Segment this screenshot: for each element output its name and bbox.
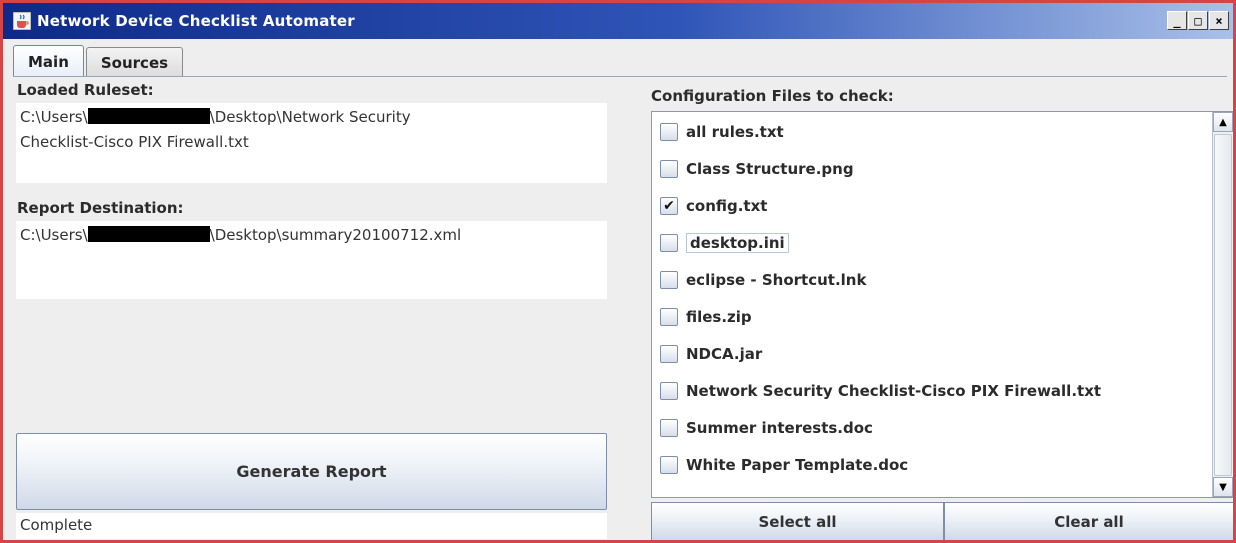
file-name: desktop.ini <box>686 233 789 253</box>
list-item[interactable]: Network Security Checklist-Cisco PIX Fir… <box>660 378 1101 404</box>
checkbox[interactable] <box>660 456 678 474</box>
app-window: Network Device Checklist Automater _ □ ×… <box>0 0 1236 543</box>
list-item[interactable]: files.zip <box>660 304 752 330</box>
list-item[interactable]: desktop.ini <box>660 230 789 256</box>
list-item[interactable]: White Paper Template.doc <box>660 452 908 478</box>
list-item[interactable]: ✔ config.txt <box>660 193 767 219</box>
file-name: Summer interests.doc <box>686 419 873 437</box>
tab-main[interactable]: Main <box>13 45 84 77</box>
redaction-bar <box>87 108 210 124</box>
ruleset-path-prefix: C:\Users\ <box>20 108 88 126</box>
checkbox[interactable] <box>660 308 678 326</box>
file-name: all rules.txt <box>686 123 784 141</box>
ruleset-path-line-1: C:\Users\ \Desktop\Network Security <box>20 105 603 130</box>
checkbox[interactable] <box>660 382 678 400</box>
config-files-label: Configuration Files to check: <box>651 87 894 105</box>
list-item[interactable]: Summer interests.doc <box>660 415 873 441</box>
redaction-bar <box>87 226 210 242</box>
file-name: config.txt <box>686 197 768 215</box>
close-button[interactable]: × <box>1209 11 1229 30</box>
java-cup-icon <box>13 12 31 30</box>
scroll-down-button[interactable]: ▼ <box>1213 477 1233 497</box>
checkbox[interactable] <box>660 345 678 363</box>
report-path-suffix: \Desktop\summary20100712.xml <box>209 226 462 244</box>
list-item[interactable]: eclipse - Shortcut.lnk <box>660 267 866 293</box>
window-controls: _ □ × <box>1167 11 1229 30</box>
file-name: NDCA.jar <box>686 345 763 363</box>
tab-strip: Main Sources <box>13 45 185 77</box>
tab-divider <box>13 76 1227 77</box>
vertical-scrollbar[interactable]: ▲ ▼ <box>1212 112 1233 497</box>
maximize-icon: □ <box>1194 13 1202 28</box>
clear-all-button[interactable]: Clear all <box>944 502 1233 540</box>
close-icon: × <box>1215 13 1223 28</box>
checkmark-icon: ✔ <box>663 198 675 214</box>
minimize-icon: _ <box>1173 13 1181 28</box>
ruleset-path-suffix: \Desktop\Network Security <box>209 108 411 126</box>
file-name: files.zip <box>686 308 752 326</box>
maximize-button[interactable]: □ <box>1188 11 1208 30</box>
minimize-button[interactable]: _ <box>1167 11 1187 30</box>
checkbox[interactable] <box>660 160 678 178</box>
file-name: Class Structure.png <box>686 160 854 178</box>
checkbox[interactable] <box>660 234 678 252</box>
list-item[interactable]: NDCA.jar <box>660 341 762 367</box>
loaded-ruleset-label: Loaded Ruleset: <box>17 81 154 99</box>
report-path-prefix: C:\Users\ <box>20 226 88 244</box>
file-name: eclipse - Shortcut.lnk <box>686 271 867 289</box>
scroll-up-button[interactable]: ▲ <box>1213 112 1233 132</box>
generate-report-button[interactable]: Generate Report <box>16 433 607 510</box>
list-item[interactable]: Class Structure.png <box>660 156 854 182</box>
report-destination-label: Report Destination: <box>17 199 184 217</box>
scroll-thumb[interactable] <box>1214 134 1232 476</box>
list-item[interactable]: all rules.txt <box>660 119 784 145</box>
tab-sources[interactable]: Sources <box>85 47 184 77</box>
report-destination-field[interactable]: C:\Users\ \Desktop\summary20100712.xml <box>16 221 607 299</box>
checkbox[interactable] <box>660 123 678 141</box>
select-all-button[interactable]: Select all <box>651 502 944 540</box>
title-bar[interactable]: Network Device Checklist Automater _ □ × <box>3 3 1233 39</box>
triangle-down-icon: ▼ <box>1219 481 1227 493</box>
config-file-list[interactable]: all rules.txt Class Structure.png ✔ conf… <box>651 111 1233 498</box>
file-name: Network Security Checklist-Cisco PIX Fir… <box>686 382 1102 400</box>
checkbox[interactable] <box>660 271 678 289</box>
report-path-line: C:\Users\ \Desktop\summary20100712.xml <box>20 223 603 248</box>
ruleset-path-line-2: Checklist-Cisco PIX Firewall.txt <box>20 133 249 151</box>
triangle-up-icon: ▲ <box>1219 116 1227 128</box>
window-title: Network Device Checklist Automater <box>37 12 355 30</box>
ruleset-path-field[interactable]: C:\Users\ \Desktop\Network Security Check… <box>16 103 607 183</box>
checkbox[interactable] <box>660 419 678 437</box>
checkbox-checked[interactable]: ✔ <box>660 197 678 215</box>
file-name: White Paper Template.doc <box>686 456 909 474</box>
status-text: Complete <box>16 513 607 539</box>
